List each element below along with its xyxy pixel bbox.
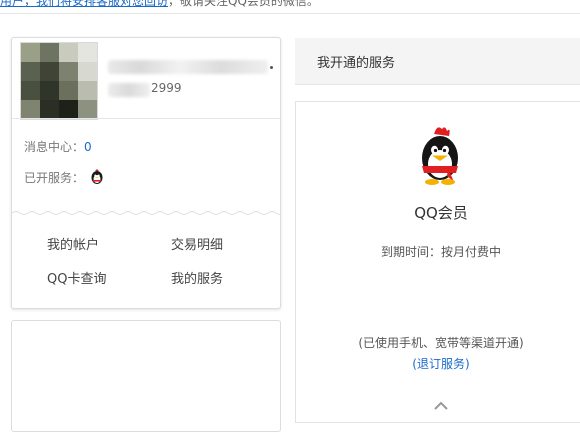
avatar-mosaic-cell	[40, 43, 59, 62]
qq-number-blurred	[108, 83, 150, 97]
message-center-label: 消息中心：	[24, 140, 85, 154]
avatar-mosaic-cell	[59, 100, 78, 119]
qq-penguin-icon	[416, 124, 464, 192]
menu-my-account[interactable]: 我的帐户	[47, 234, 99, 253]
unsub-close-paren: )	[465, 357, 470, 371]
expire-value: 按月付费中	[441, 245, 502, 259]
avatar-mosaic-cell	[21, 81, 40, 100]
menu-qq-card[interactable]: QQ卡查询	[47, 268, 106, 287]
avatar-mosaic-cell	[21, 62, 40, 81]
message-center-row: 消息中心：0	[24, 138, 92, 155]
qq-penguin-icon[interactable]	[90, 169, 104, 188]
unsubscribe-link[interactable]: 退订服务	[417, 357, 465, 371]
top-divider	[0, 13, 580, 14]
notice-link[interactable]: 用户，我们将安排客服对您回访	[0, 0, 168, 8]
wavy-divider	[12, 211, 280, 215]
avatar-mosaic-cell	[59, 43, 78, 62]
avatar-mosaic-cell	[78, 81, 97, 100]
unsubscribe-row: (退订服务)	[296, 355, 580, 372]
expire-label: 到期时间：	[380, 245, 441, 259]
nickname-dot	[270, 66, 273, 69]
avatar-mosaic-cell	[59, 62, 78, 81]
service-note: (已使用手机、宽带等渠道开通)	[358, 336, 524, 350]
message-center-count[interactable]: 0	[84, 140, 92, 154]
menu-my-services[interactable]: 我的服务	[171, 268, 223, 287]
profile-card: 2999 消息中心：0 已开服务： 我的帐户 交易明细 QQ卡查询 我的服务	[11, 37, 281, 309]
avatar-mosaic-cell	[78, 43, 97, 62]
nickname-blurred	[108, 60, 268, 74]
notice-text: ，敬请关注QQ会员的微信。	[168, 0, 319, 8]
qq-number-suffix: 2999	[151, 81, 182, 95]
opened-services-row: 已开服务：	[24, 169, 104, 188]
service-card: QQ会员 到期时间：按月付费中 (已使用手机、宽带等渠道开通) (退订服务)	[295, 101, 580, 423]
avatar-mosaic-cell	[59, 81, 78, 100]
lower-card	[11, 320, 281, 432]
profile-divider	[12, 118, 280, 119]
avatar-mosaic-cell	[21, 43, 40, 62]
top-notice: 用户，我们将安排客服对您回访，敬请关注QQ会员的微信。	[0, 0, 580, 8]
avatar-mosaic-cell	[40, 81, 59, 100]
opened-services-label: 已开服务：	[24, 171, 85, 185]
avatar-mosaic-cell	[78, 62, 97, 81]
panel-header: 我开通的服务	[295, 38, 580, 85]
panel-title: 我开通的服务	[317, 56, 396, 71]
menu-transactions[interactable]: 交易明细	[171, 234, 223, 253]
chevron-up-icon[interactable]	[433, 396, 449, 415]
avatar-mosaic-cell	[78, 100, 97, 119]
avatar-mosaic-cell	[21, 100, 40, 119]
avatar[interactable]	[20, 42, 98, 120]
avatar-mosaic-cell	[40, 100, 59, 119]
avatar-pixelated-image	[21, 43, 97, 119]
avatar-mosaic-cell	[40, 62, 59, 81]
service-name: QQ会员	[414, 204, 468, 222]
service-expire: 到期时间：按月付费中	[296, 243, 580, 260]
